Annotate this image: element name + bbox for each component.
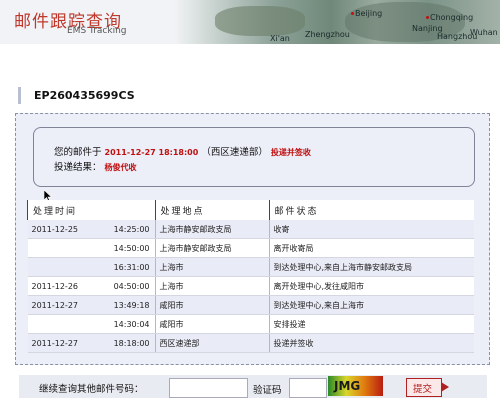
table-row: 2011-12-27 13:49:18 咸阳市 到达处理中心,来自上海市 — [27, 295, 474, 315]
column-header-place: 处理地点 — [154, 200, 269, 220]
row-date — [27, 314, 83, 334]
row-status: 到达处理中心,来自上海市 — [268, 295, 474, 315]
column-header-status: 邮件状态 — [268, 200, 474, 220]
map-landmass-shape — [215, 6, 305, 36]
table-header-row: 处理时间 处理地点 邮件状态 — [27, 200, 474, 220]
row-place: 咸阳市 — [154, 295, 269, 315]
captcha-image-text: JMG — [334, 379, 361, 393]
row-time: 14:25:00 — [82, 220, 155, 239]
summary-datetime: 2011-12-27 18:18:00 — [104, 148, 199, 157]
map-city-dot — [426, 16, 429, 19]
row-date — [27, 257, 83, 277]
summary-place: （西区速递部） — [201, 147, 268, 158]
row-status: 收寄 — [268, 220, 474, 239]
map-city-label: Beijing — [355, 9, 383, 18]
row-status: 到达处理中心,来自上海市静安邮政支局 — [268, 257, 474, 277]
row-place: 咸阳市 — [154, 314, 269, 334]
table-row: 14:30:04 咸阳市 安排投递 — [27, 314, 474, 334]
header-banner: Beijing Chongqing Wuhan Nanjing Zhengzho… — [0, 0, 500, 44]
column-header-time: 处理时间 — [27, 200, 155, 220]
summary-prefix: 您的邮件于 — [54, 147, 102, 158]
row-time: 14:50:00 — [82, 238, 155, 258]
row-place: 上海市静安邮政支局 — [154, 220, 269, 239]
row-status: 安排投递 — [268, 314, 474, 334]
submit-button[interactable]: 提交 — [406, 378, 449, 397]
query-form: 继续查询其他邮件号码： 验证码 JMG 提交 — [19, 375, 487, 398]
row-date: 2011-12-26 — [27, 276, 83, 296]
row-status: 投递并签收 — [268, 333, 474, 353]
summary-result-value: 杨俊代收 — [104, 163, 137, 172]
table-row: 16:31:00 上海市 到达处理中心,来自上海市静安邮政支局 — [27, 257, 474, 277]
tracking-number-bar: EP260435699CS — [18, 87, 491, 104]
map-city-label: Xi'an — [270, 34, 290, 43]
row-place: 上海市静安邮政支局 — [154, 238, 269, 258]
row-date: 2011-12-27 — [27, 333, 83, 353]
row-place: 上海市 — [154, 276, 269, 296]
row-place: 西区速递部 — [154, 333, 269, 353]
row-time: 13:49:18 — [82, 295, 155, 315]
delivery-summary-box: 您的邮件于 2011-12-27 18:18:00 （西区速递部） 投递并签收 … — [33, 127, 475, 187]
summary-line-delivered: 您的邮件于 2011-12-27 18:18:00 （西区速递部） 投递并签收 — [54, 144, 311, 158]
page-subtitle: EMS Tracking — [67, 26, 127, 36]
row-time: 18:18:00 — [82, 333, 155, 353]
summary-line-result: 投递结果： 杨俊代收 — [54, 159, 137, 173]
tracking-number-input[interactable] — [169, 378, 248, 398]
table-row: 2011-12-25 14:25:00 上海市静安邮政支局 收寄 — [27, 220, 474, 239]
summary-status: 投递并签收 — [270, 148, 311, 157]
map-city-label: Zhengzhou — [305, 30, 350, 39]
map-banner-image: Beijing Chongqing Wuhan Nanjing Zhengzho… — [175, 0, 500, 44]
tracking-number: EP260435699CS — [34, 89, 135, 102]
captcha-image[interactable]: JMG — [328, 376, 383, 396]
table-row: 2011-12-27 18:18:00 西区速递部 投递并签收 — [27, 333, 474, 353]
map-city-label: Chongqing — [430, 13, 474, 22]
table-row: 14:50:00 上海市静安邮政支局 离开收寄局 — [27, 238, 474, 258]
captcha-input[interactable] — [289, 378, 327, 398]
map-city-dot — [351, 12, 354, 15]
row-status: 离开处理中心,发往咸阳市 — [268, 276, 474, 296]
row-place: 上海市 — [154, 257, 269, 277]
captcha-label: 验证码 — [253, 385, 282, 396]
submit-button-label: 提交 — [413, 384, 433, 395]
query-label: 继续查询其他邮件号码： — [39, 384, 144, 395]
row-date: 2011-12-27 — [27, 295, 83, 315]
tracking-table: 处理时间 处理地点 邮件状态 2011-12-25 14:25:00 上海市静安… — [27, 200, 474, 353]
row-time: 16:31:00 — [82, 257, 155, 277]
row-date: 2011-12-25 — [27, 220, 83, 239]
row-status: 离开收寄局 — [268, 238, 474, 258]
table-row: 2011-12-26 04:50:00 上海市 离开处理中心,发往咸阳市 — [27, 276, 474, 296]
map-city-label: Hangzhou — [437, 32, 478, 41]
arrow-right-icon — [441, 382, 449, 392]
summary-result-label: 投递结果： — [54, 162, 102, 173]
row-time: 14:30:04 — [82, 314, 155, 334]
row-time: 04:50:00 — [82, 276, 155, 296]
row-date — [27, 238, 83, 258]
